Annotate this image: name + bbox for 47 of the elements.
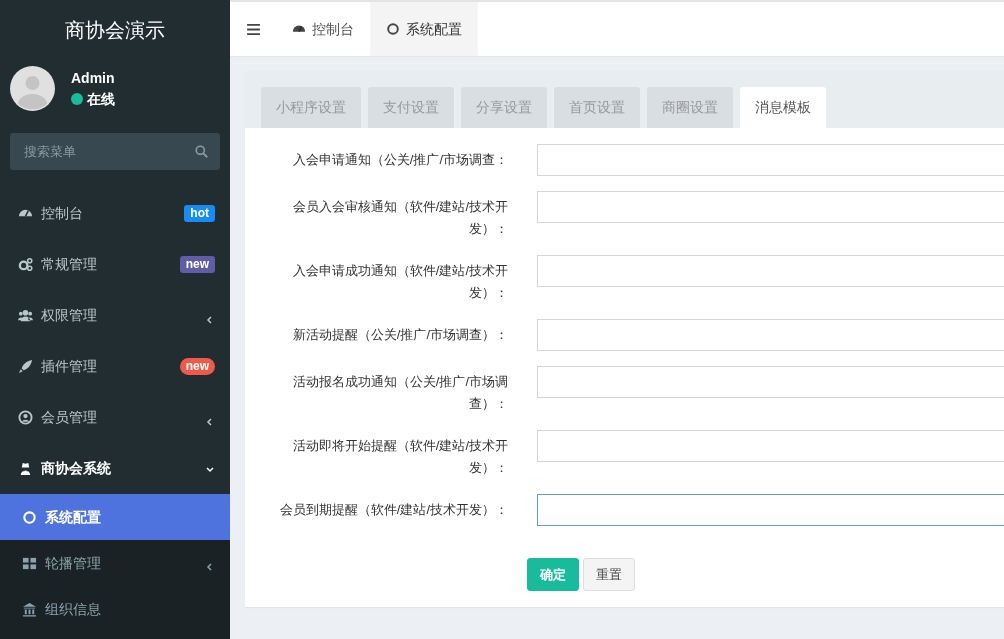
gears-icon: [18, 257, 33, 272]
menu-item[interactable]: 常规管理 new: [0, 239, 230, 290]
menu-item[interactable]: 商协会系统: [0, 443, 230, 494]
input-field[interactable]: [537, 191, 1004, 223]
input-field[interactable]: [537, 255, 1004, 287]
users-icon: [18, 308, 33, 323]
input-field[interactable]: [537, 494, 1004, 526]
user-circle-icon: [18, 410, 33, 425]
user-name: Admin: [71, 68, 115, 88]
spy-icon: [18, 461, 33, 476]
grid-icon: [22, 555, 37, 571]
menu-item[interactable]: 权限管理: [0, 290, 230, 341]
avatar-icon: [10, 66, 55, 111]
settings-tab[interactable]: 消息模板: [740, 87, 826, 128]
menu-badge: new: [179, 358, 215, 375]
field-label: 活动报名成功通知（公关/推广/市场调查）：: [291, 373, 508, 413]
menu-item[interactable]: 系统配置: [0, 494, 230, 540]
circle-icon: [22, 509, 37, 525]
field-label: 活动即将开始提醒（软件/建站/技术开发）：: [291, 437, 508, 477]
page-tab[interactable]: 系统配置: [370, 2, 478, 56]
menu-item[interactable]: 组织信息: [0, 586, 230, 632]
field-label: 新活动提醒（公关/推广/市场调查）：: [291, 326, 508, 344]
user-status: 在线: [87, 89, 115, 109]
menu-item[interactable]: 轮播管理: [0, 540, 230, 586]
menu-item[interactable]: 会员管理: [0, 392, 230, 443]
input-field[interactable]: [537, 430, 1004, 462]
search-field[interactable]: 搜索菜单: [10, 133, 220, 170]
search-icon[interactable]: [195, 145, 208, 158]
menu-icon: [246, 23, 260, 35]
input-field[interactable]: [537, 319, 1004, 351]
reset-button[interactable]: 重置: [583, 558, 635, 591]
circle-icon: [386, 22, 400, 36]
input-field[interactable]: [537, 366, 1004, 398]
menu-badge: hot: [184, 205, 215, 222]
menu-item[interactable]: 控制台 hot: [0, 188, 230, 239]
bank-icon: [22, 601, 37, 617]
menu-item[interactable]: 插件管理 new: [0, 341, 230, 392]
menu-badge: new: [179, 256, 215, 273]
status-dot: [71, 93, 83, 105]
rocket-icon: [18, 359, 33, 374]
logo-title: 商协会演示: [64, 18, 166, 43]
field-label: 入会申请成功通知（软件/建站/技术开发）：: [291, 262, 508, 302]
field-label: 会员到期提醒（软件/建站/技术开发）：: [278, 501, 508, 519]
field-label: 入会申请通知（公关/推广/市场调查：: [291, 151, 508, 169]
page-tab[interactable]: 控制台: [276, 2, 370, 56]
input-field[interactable]: [537, 144, 1004, 176]
field-label: 会员入会审核通知（软件/建站/技术开发）：: [291, 198, 508, 238]
